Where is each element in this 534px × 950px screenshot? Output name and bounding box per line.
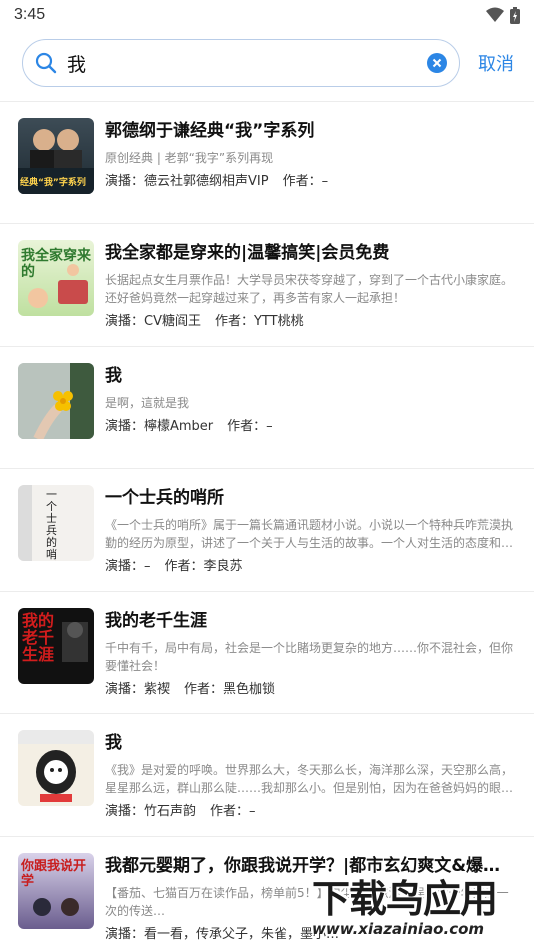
battery-icon	[510, 6, 520, 24]
performer: 演播：紫褉	[105, 682, 171, 697]
search-box[interactable]	[22, 39, 460, 87]
status-bar: 3:45	[0, 0, 534, 30]
item-description: 《一个士兵的哨所》属于一篇长篇通讯题材小说。小说以一个特种兵咋荒漠执勤的经历为原…	[105, 518, 514, 550]
item-body: 郭德纲于谦经典“我”字系列 原创经典 | 老郭“我字”系列再现 演播：德云社郭德…	[105, 118, 516, 223]
book-cover: 一个士兵的哨所	[18, 485, 94, 561]
book-cover: 我全家穿来的	[18, 240, 94, 316]
item-description: 原创经典 | 老郭“我字”系列再现	[105, 151, 274, 165]
item-description: 长据起点女生月票作品！大学导员宋茯苓穿越了，穿到了一个古代小康家庭。还好爸妈竟然…	[105, 273, 514, 305]
list-item[interactable]: 我全家穿来的 我全家都是穿来的|温馨搞笑|会员免费 长据起点女生月票作品！大学导…	[0, 224, 534, 347]
item-meta: 演播：竹石声韵 作者：–	[105, 802, 516, 822]
cover-decoration	[18, 485, 32, 561]
item-title: 我都元婴期了，你跟我说开学？|都市玄幻爽文&爆…	[105, 856, 501, 876]
item-description: 千中有千，局中有局，社会是一个比賭场更复杂的地方……你不混社会，但你要懂社会！	[105, 641, 514, 673]
cover-art	[62, 622, 88, 662]
status-time: 3:45	[14, 6, 46, 23]
close-icon	[432, 58, 442, 68]
cover-text: 一个士兵的哨所	[46, 488, 57, 562]
cover-text: 经典“我”字系列	[20, 178, 86, 188]
author: 作者：–	[210, 804, 256, 819]
item-meta: 演播：德云社郭德纲相声VIP 作者：–	[105, 172, 516, 192]
book-cover	[18, 730, 94, 806]
item-description: 《我》是对爱的呼唤。世界那么大，冬天那么长，海洋那么深，天空那么高，星星那么远，…	[105, 763, 514, 795]
item-body: 我 是啊，這就是我 演播：檸檬Amber 作者：–	[105, 363, 516, 468]
search-icon	[35, 52, 57, 74]
cover-art	[33, 898, 79, 916]
watermark-main: 下载鸟应用	[312, 877, 498, 921]
cover-art	[18, 730, 94, 802]
list-item[interactable]: 我 《我》是对爱的呼唤。世界那么大，冬天那么长，海洋那么深，天空那么高，星星那么…	[0, 714, 534, 837]
performer: 演播：檸檬Amber	[105, 419, 214, 434]
book-cover: 经典“我”字系列	[18, 118, 94, 194]
performer: 演播：竹石声韵	[105, 804, 197, 819]
author: 作者：黑色枷锁	[184, 682, 276, 697]
item-title: 我全家都是穿来的|温馨搞笑|会员免费	[105, 243, 390, 263]
author: 作者：–	[282, 174, 329, 189]
flower-icon	[18, 363, 94, 439]
watermark-url: www.xiazainiao.com	[312, 920, 485, 938]
item-body: 我全家都是穿来的|温馨搞笑|会员免费 长据起点女生月票作品！大学导员宋茯苓穿越了…	[105, 240, 516, 346]
wifi-icon	[486, 7, 504, 22]
search-input[interactable]	[67, 52, 427, 74]
item-title: 郭德纲于谦经典“我”字系列	[105, 121, 315, 141]
list-item[interactable]: 经典“我”字系列 郭德纲于谦经典“我”字系列 原创经典 | 老郭“我字”系列再现…	[0, 102, 534, 224]
author: 作者：–	[227, 419, 273, 434]
cover-text: 我全家穿来的	[21, 248, 91, 280]
search-row: 取消	[0, 30, 534, 96]
book-cover	[18, 363, 94, 439]
author: 作者：李良苏	[164, 559, 243, 574]
book-cover: 你跟我说开学	[18, 853, 94, 929]
item-meta: 演播：CV糖阎王 作者：YTT桃桃	[105, 312, 516, 332]
performer: 演播：–	[105, 559, 151, 574]
book-cover: 我的老千生涯	[18, 608, 94, 684]
list-item[interactable]: 我的老千生涯 我的老千生涯 千中有千，局中有局，社会是一个比賭场更复杂的地方………	[0, 592, 534, 714]
author: 作者：YTT桃桃	[214, 314, 304, 329]
item-title: 一个士兵的哨所	[105, 488, 224, 508]
performer: 演播：看一看，传承父子，朱雀，墨小…	[105, 927, 340, 942]
item-meta: 演播：檸檬Amber 作者：–	[105, 417, 516, 437]
clear-search-button[interactable]	[427, 53, 447, 73]
item-description: 是啊，這就是我	[105, 396, 190, 410]
item-title: 我的老千生涯	[105, 611, 207, 631]
watermark: 下载鸟应用 www.xiazainiao.com	[312, 878, 530, 944]
performer: 演播：德云社郭德纲相声VIP	[105, 174, 269, 189]
item-body: 一个士兵的哨所 《一个士兵的哨所》属于一篇长篇通讯题材小说。小说以一个特种兵咋荒…	[105, 485, 516, 591]
list-item[interactable]: 一个士兵的哨所 一个士兵的哨所 《一个士兵的哨所》属于一篇长篇通讯题材小说。小说…	[0, 469, 534, 592]
item-meta: 演播：– 作者：李良苏	[105, 557, 516, 577]
item-meta: 演播：紫褉 作者：黑色枷锁	[105, 680, 516, 700]
status-icons	[486, 6, 520, 24]
item-title: 我	[105, 733, 122, 753]
item-title: 我	[105, 366, 122, 386]
performer: 演播：CV糖阎王	[105, 314, 201, 329]
item-body: 我 《我》是对爱的呼唤。世界那么大，冬天那么长，海洋那么深，天空那么高，星星那么…	[105, 730, 516, 836]
item-body: 我的老千生涯 千中有千，局中有局，社会是一个比賭场更复杂的地方……你不混社会，但…	[105, 608, 516, 713]
search-results-list: 经典“我”字系列 郭德纲于谦经典“我”字系列 原创经典 | 老郭“我字”系列再现…	[0, 102, 534, 950]
list-item[interactable]: 我 是啊，這就是我 演播：檸檬Amber 作者：–	[0, 347, 534, 469]
cancel-button[interactable]: 取消	[478, 50, 514, 76]
